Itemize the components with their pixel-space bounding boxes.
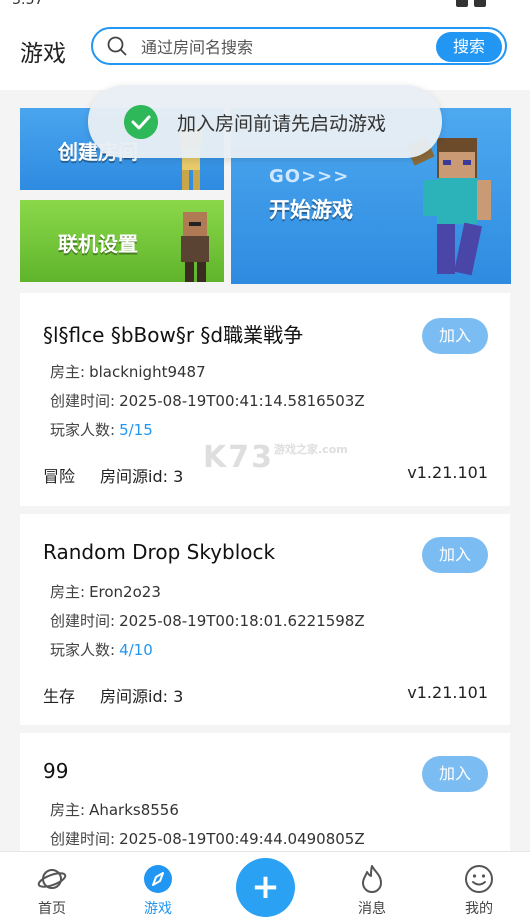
room-name: Random Drop Skyblock xyxy=(43,540,276,564)
smiley-icon xyxy=(465,865,493,893)
room-version: v1.21.101 xyxy=(407,683,488,702)
page-title: 游戏 xyxy=(20,41,66,67)
toast-notification: 加入房间前请先启动游戏 xyxy=(88,85,442,158)
tab-games[interactable]: 游戏 xyxy=(118,852,198,924)
check-icon xyxy=(124,105,158,139)
online-settings-label: 联机设置 xyxy=(58,232,138,256)
room-mode: 冒险 xyxy=(43,467,76,486)
tab-home[interactable]: 首页 xyxy=(12,852,92,924)
room-owner: 房主: Eron2o23 xyxy=(50,583,161,601)
tab-games-label: 游戏 xyxy=(144,901,172,917)
steve-icon xyxy=(409,136,491,276)
search-bar: 搜索 xyxy=(91,27,507,65)
flame-icon xyxy=(362,865,382,893)
room-players: 玩家人数: 5/15 xyxy=(50,421,153,439)
tab-home-label: 首页 xyxy=(38,901,66,917)
room-mode: 生存 xyxy=(43,687,76,706)
start-game-label: 开始游戏 xyxy=(269,198,353,222)
tab-messages[interactable]: 消息 xyxy=(332,852,412,924)
tab-messages-label: 消息 xyxy=(358,901,386,917)
join-button[interactable]: 加入 xyxy=(422,756,488,792)
tab-mine[interactable]: 我的 xyxy=(439,852,519,924)
room-players: 玩家人数: 4/10 xyxy=(50,641,153,659)
go-label: GO>>> xyxy=(269,166,350,187)
room-owner: 房主: blacknight9487 xyxy=(50,363,206,381)
room-created: 创建时间: 2025-08-19T00:49:44.0490805Z xyxy=(50,830,365,848)
add-button[interactable]: + xyxy=(236,858,295,917)
room-created: 创建时间: 2025-08-19T00:18:01.6221598Z xyxy=(50,612,365,630)
villager-icon xyxy=(181,212,209,282)
room-created: 创建时间: 2025-08-19T00:41:14.5816503Z xyxy=(50,392,365,410)
room-source: 房间源id: 3 xyxy=(100,467,184,486)
room-name: §l§flce §bBow§r §d職業戦争 xyxy=(43,323,304,347)
status-icons xyxy=(450,0,500,7)
join-button[interactable]: 加入 xyxy=(422,537,488,573)
toast-message: 加入房间前请先启动游戏 xyxy=(177,113,387,135)
status-bar: 3:57 xyxy=(0,0,530,10)
watermark: K73游戏之家.com xyxy=(203,440,348,475)
header: 游戏 搜索 xyxy=(0,10,530,90)
planet-icon xyxy=(37,869,67,889)
room-source: 房间源id: 3 xyxy=(100,687,184,706)
room-name: 99 xyxy=(43,759,69,783)
room-version: v1.21.101 xyxy=(407,463,488,482)
join-button[interactable]: 加入 xyxy=(422,318,488,354)
search-icon xyxy=(107,36,127,56)
search-input[interactable] xyxy=(139,34,423,60)
room-card[interactable]: 99 加入 房主: Aharks8556 创建时间: 2025-08-19T00:4… xyxy=(20,733,510,851)
online-settings-banner[interactable]: 联机设置 xyxy=(20,200,224,282)
tab-mine-label: 我的 xyxy=(465,901,493,917)
search-button[interactable]: 搜索 xyxy=(436,32,502,62)
room-owner: 房主: Aharks8556 xyxy=(50,801,179,819)
status-time: 3:57 xyxy=(12,0,44,8)
compass-icon xyxy=(144,865,172,893)
room-card[interactable]: Random Drop Skyblock 加入 房主: Eron2o23 创建时间… xyxy=(20,514,510,725)
